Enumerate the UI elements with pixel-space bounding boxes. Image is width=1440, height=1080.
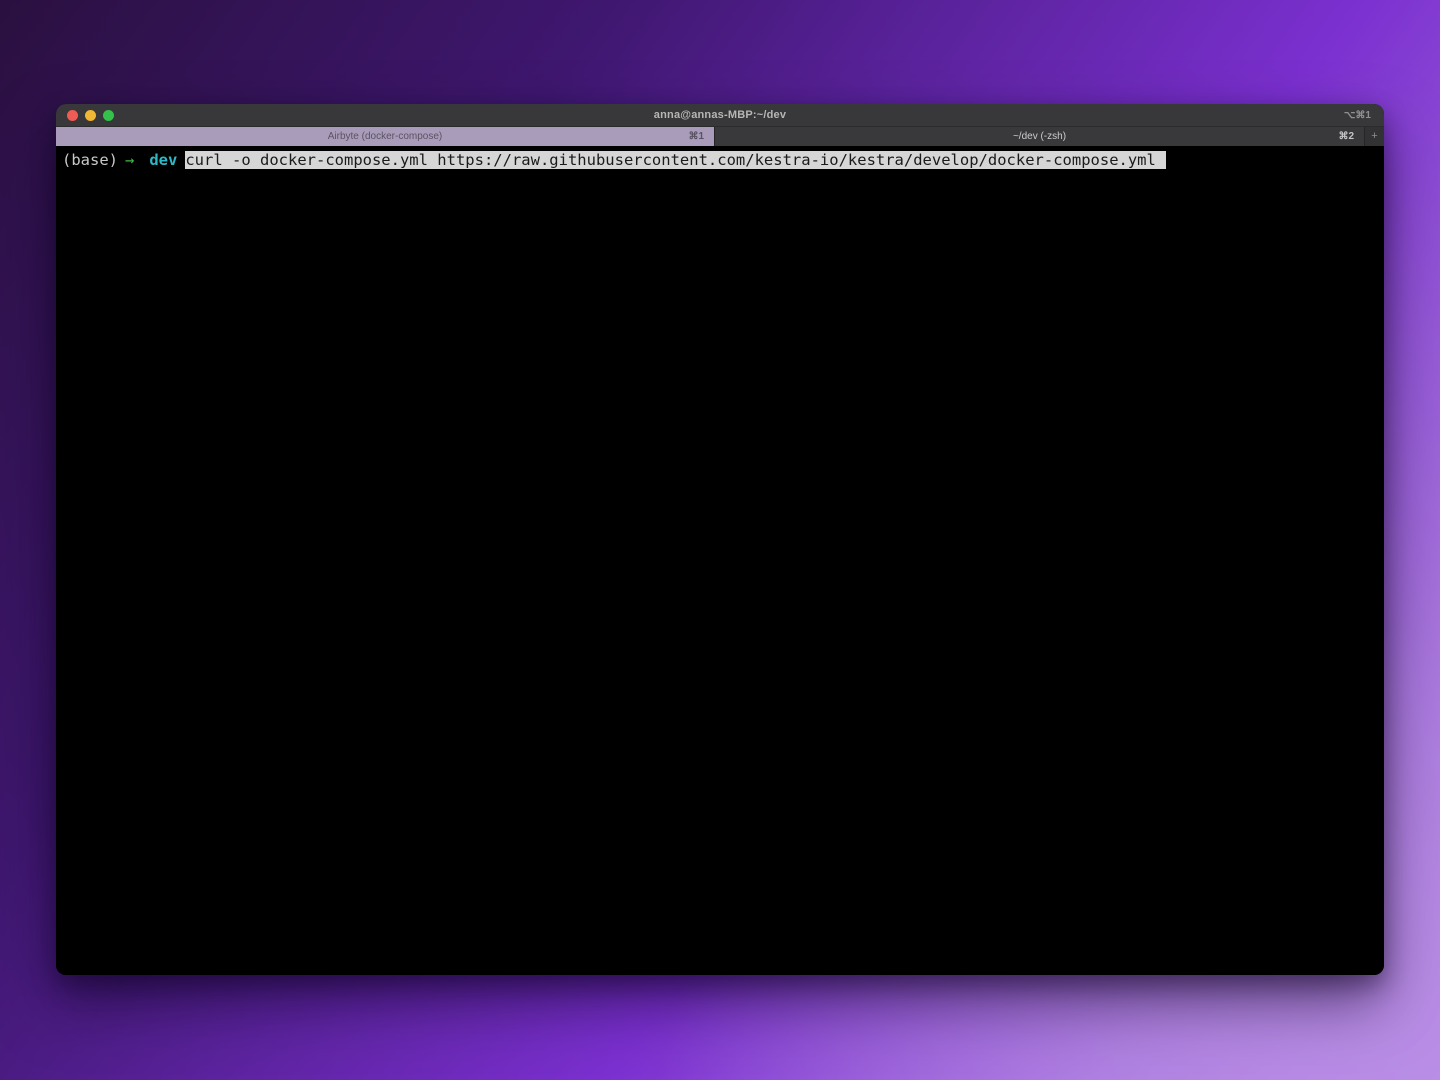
desktop: { "window": { "title": "anna@annas-MBP:~…	[0, 0, 1440, 1080]
plus-icon: +	[1371, 131, 1377, 142]
tab-label: ~/dev (-zsh)	[1013, 131, 1066, 142]
tab-shortcut-hint: ⌘1	[688, 127, 704, 146]
tab-shortcut-hint: ⌘2	[1338, 127, 1354, 146]
terminal-content[interactable]: (base) → dev curl -o docker-compose.yml htt…	[56, 147, 1384, 975]
titlebar-shortcut-hint: ⌥⌘1	[1344, 104, 1371, 126]
prompt-line: (base) → dev curl -o docker-compose.yml htt…	[62, 150, 1378, 171]
command-text-highlighted: curl -o docker-compose.yml https://raw.g…	[185, 151, 1166, 169]
titlebar[interactable]: anna@annas-MBP:~/dev ⌥⌘1	[56, 104, 1384, 127]
tab-label: Airbyte (docker-compose)	[328, 131, 442, 142]
tab-bar: Airbyte (docker-compose) ⌘1 ~/dev (-zsh)…	[56, 127, 1384, 146]
tab-airbyte-docker-compose[interactable]: Airbyte (docker-compose) ⌘1	[56, 127, 715, 146]
directory-label: dev	[149, 151, 177, 169]
terminal-window: anna@annas-MBP:~/dev ⌥⌘1 Airbyte (docker…	[56, 104, 1384, 975]
window-title: anna@annas-MBP:~/dev	[56, 104, 1384, 126]
new-tab-button[interactable]: +	[1365, 127, 1384, 146]
tab-dev-zsh[interactable]: ~/dev (-zsh) ⌘2	[715, 127, 1365, 146]
conda-env-label: (base)	[62, 151, 118, 169]
prompt-arrow-icon: →	[125, 151, 134, 169]
